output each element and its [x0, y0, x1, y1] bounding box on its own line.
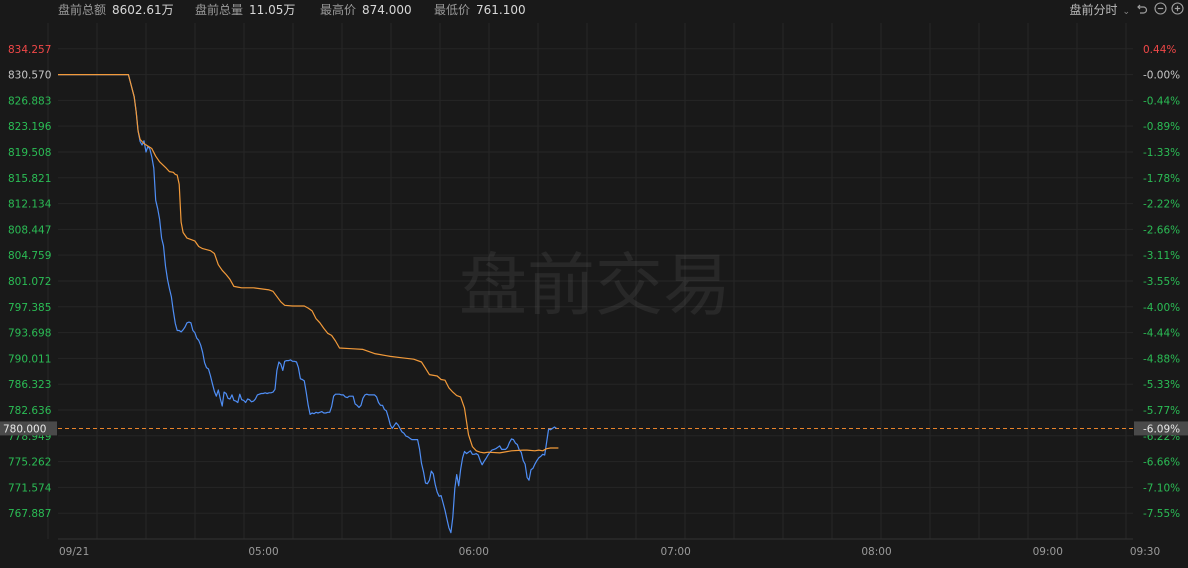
y-tick-label-right: 0.44% — [1143, 44, 1176, 56]
x-tick-label: 09:30 — [1130, 546, 1160, 558]
y-tick-label-right: -7.55% — [1143, 508, 1180, 520]
y-axis-right: 0.44% -0.00% -0.44% -0.89% -1.33% -1.78% -2.22… — [1143, 44, 1180, 520]
y-tick-label-left: 823.196 — [8, 121, 52, 133]
y-tick-label-right: -1.33% — [1143, 147, 1180, 159]
y-tick-label-right: -4.88% — [1143, 353, 1180, 365]
x-tick-label: 05:00 — [248, 546, 278, 558]
y-tick-label-right: -2.22% — [1143, 199, 1180, 211]
y-tick-label-left: 767.887 — [8, 508, 51, 520]
y-tick-label-left: 801.072 — [8, 276, 51, 288]
y-tick-label-right: -0.00% — [1143, 70, 1180, 82]
y-tick-label-right: -5.77% — [1143, 405, 1180, 417]
y-tick-label-left: 775.262 — [8, 457, 51, 469]
current-pct-tag-text: -6.09% — [1143, 423, 1180, 435]
y-tick-label-right: -5.33% — [1143, 379, 1180, 391]
y-tick-label-left: 815.821 — [8, 173, 51, 185]
y-tick-label-left: 830.570 — [8, 70, 51, 82]
y-tick-label-left: 819.508 — [8, 147, 51, 159]
price-chart[interactable]: 盘前交易 834.257 830.570 826.883 823.196 819.508… — [0, 0, 1188, 568]
x-axis: 09/21 05:00 06:00 07:00 08:00 09:00 09:30 — [59, 546, 1160, 558]
y-tick-label-right: -4.00% — [1143, 302, 1180, 314]
y-tick-label-right: -6.66% — [1143, 457, 1180, 469]
y-tick-label-right: -1.78% — [1143, 173, 1180, 185]
y-tick-label-right: -3.55% — [1143, 276, 1180, 288]
y-tick-label-right: -0.44% — [1143, 95, 1180, 107]
x-tick-label: 08:00 — [861, 546, 891, 558]
y-axis-left: 834.257 830.570 826.883 823.196 819.508 815.8… — [8, 44, 52, 520]
y-tick-label-right: -2.66% — [1143, 224, 1180, 236]
y-tick-label-left: 812.134 — [8, 199, 52, 211]
y-tick-label-left: 826.883 — [8, 95, 51, 107]
y-tick-label-left: 808.447 — [8, 224, 51, 236]
x-tick-label: 09/21 — [59, 546, 89, 558]
y-tick-label-left: 793.698 — [8, 328, 51, 340]
y-tick-label-left: 790.011 — [8, 353, 51, 365]
y-tick-label-left: 797.385 — [8, 302, 51, 314]
x-tick-label: 07:00 — [660, 546, 690, 558]
y-tick-label-left: 804.759 — [8, 250, 51, 262]
x-tick-label: 09:00 — [1033, 546, 1063, 558]
y-tick-label-left: 782.636 — [8, 405, 52, 417]
y-tick-label-left: 771.574 — [8, 482, 52, 494]
y-tick-label-right: -4.44% — [1143, 328, 1180, 340]
x-tick-label: 06:00 — [459, 546, 489, 558]
watermark-text: 盘前交易 — [459, 247, 731, 326]
y-tick-label-right: -0.89% — [1143, 121, 1180, 133]
y-tick-label-left: 786.323 — [8, 379, 51, 391]
current-price-tag-text: 780.000 — [3, 423, 46, 435]
y-tick-label-left: 834.257 — [8, 44, 51, 56]
y-tick-label-right: -7.10% — [1143, 482, 1180, 494]
y-tick-label-right: -3.11% — [1143, 250, 1180, 262]
